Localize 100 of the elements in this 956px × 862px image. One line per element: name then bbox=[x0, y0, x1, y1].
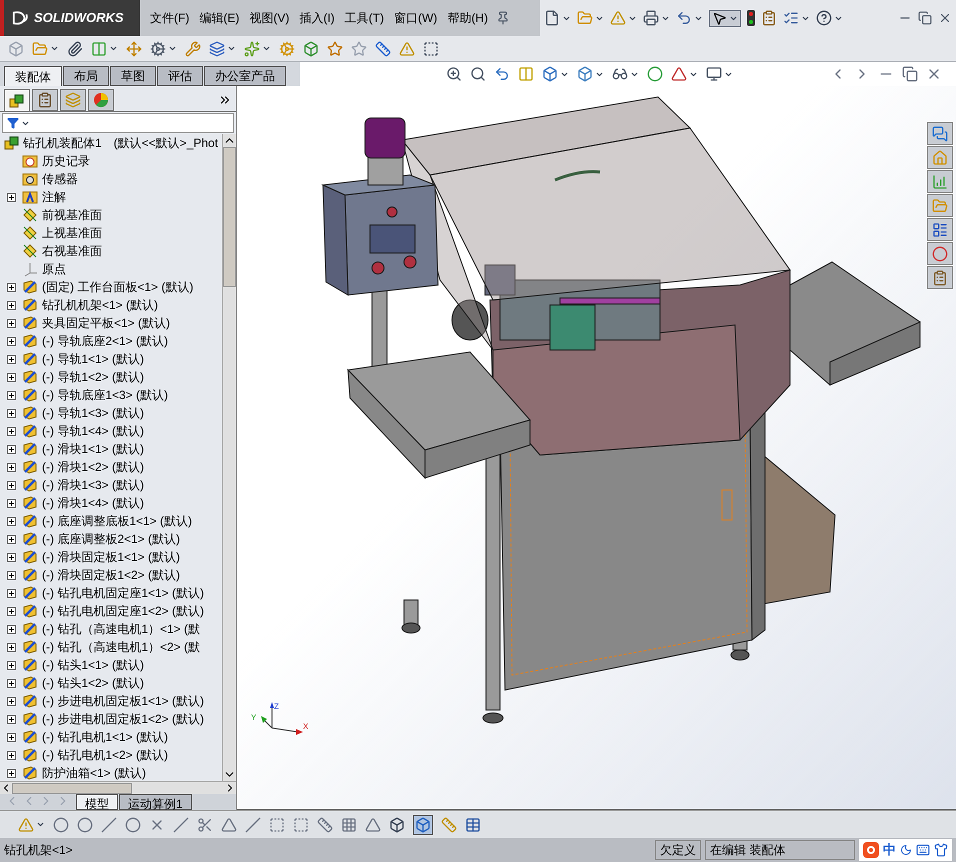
expand-icon[interactable] bbox=[7, 660, 16, 670]
tree-item[interactable]: (-) 钻孔（高速电机1）<1> (默 bbox=[42, 620, 200, 638]
scrollbar-thumb[interactable] bbox=[223, 147, 236, 287]
tree-item[interactable]: 钻孔机机架<1> (默认) bbox=[42, 296, 158, 314]
bottom-tab[interactable]: 模型 bbox=[76, 794, 118, 810]
close-icon[interactable] bbox=[938, 11, 952, 25]
caret-icon[interactable] bbox=[50, 44, 59, 53]
graphics-viewport[interactable]: Z X Y bbox=[237, 86, 956, 810]
tree-item[interactable]: (-) 钻孔电机固定座1<1> (默认) bbox=[42, 584, 204, 602]
expand-icon[interactable] bbox=[7, 534, 16, 544]
view-orientation-icon[interactable] bbox=[542, 66, 558, 82]
moon-icon[interactable] bbox=[900, 844, 912, 856]
expand-icon[interactable] bbox=[7, 498, 16, 508]
table-icon[interactable] bbox=[465, 816, 481, 832]
expand-icon[interactable] bbox=[7, 624, 16, 634]
glasses-icon[interactable] bbox=[612, 66, 628, 82]
tree-item[interactable]: (-) 导轨底座2<1> (默认) bbox=[42, 332, 168, 350]
paperclip-icon[interactable] bbox=[67, 40, 83, 56]
zoom-fit-icon[interactable] bbox=[446, 66, 462, 82]
menu-item[interactable]: 插入(I) bbox=[297, 9, 337, 27]
tree-item[interactable]: (-) 滑块1<2> (默认) bbox=[42, 458, 144, 476]
expand-icon[interactable] bbox=[7, 372, 16, 382]
expand-icon[interactable] bbox=[7, 426, 16, 436]
tree-item[interactable]: 传感器 bbox=[42, 170, 78, 188]
wireframe-icon[interactable] bbox=[389, 816, 405, 832]
restore-icon[interactable] bbox=[902, 66, 918, 82]
expand-icon[interactable] bbox=[7, 390, 16, 400]
dimension-icon[interactable] bbox=[317, 816, 333, 832]
previous-view-icon[interactable] bbox=[494, 66, 510, 82]
traffic-light-icon[interactable] bbox=[747, 10, 755, 26]
filter-icon[interactable] bbox=[7, 117, 19, 129]
menu-item[interactable]: 编辑(E) bbox=[197, 9, 242, 27]
options-icon[interactable] bbox=[761, 10, 777, 26]
tree-item[interactable]: (-) 滑块1<4> (默认) bbox=[42, 494, 144, 512]
caret-icon[interactable] bbox=[227, 44, 236, 53]
expand-icon[interactable] bbox=[7, 696, 16, 706]
tree-item[interactable]: (-) 钻孔电机1<1> (默认) bbox=[42, 728, 168, 746]
expand-icon[interactable] bbox=[7, 606, 16, 616]
expand-icon[interactable] bbox=[7, 300, 16, 310]
shirt-icon[interactable] bbox=[934, 843, 948, 857]
expand-icon[interactable] bbox=[7, 570, 16, 580]
tree-item[interactable]: (-) 滑块固定板1<1> (默认) bbox=[42, 548, 180, 566]
command-tab[interactable]: 装配体 bbox=[4, 66, 62, 86]
tree-item[interactable]: (-) 步进电机固定板1<2> (默认) bbox=[42, 710, 204, 728]
expand-icon[interactable] bbox=[7, 768, 16, 778]
comments-icon[interactable] bbox=[932, 126, 948, 142]
tree-item[interactable]: 防护油箱<1> (默认) bbox=[42, 764, 146, 781]
zoom-area-icon[interactable] bbox=[470, 66, 486, 82]
snapshot-icon[interactable] bbox=[423, 40, 439, 56]
tree-item[interactable]: (-) 导轨底座1<3> (默认) bbox=[42, 386, 168, 404]
display-style-icon[interactable] bbox=[577, 66, 593, 82]
caret-icon[interactable] bbox=[262, 44, 271, 53]
expand-icon[interactable] bbox=[7, 714, 16, 724]
tree-item[interactable]: (-) 滑块1<3> (默认) bbox=[42, 476, 144, 494]
tree-item[interactable]: 右视基准面 bbox=[42, 242, 102, 260]
expand-icon[interactable] bbox=[7, 678, 16, 688]
menu-item[interactable]: 窗口(W) bbox=[392, 9, 440, 27]
help-icon[interactable] bbox=[816, 10, 832, 26]
expand-icon[interactable] bbox=[7, 354, 16, 364]
keyboard-icon[interactable] bbox=[916, 843, 930, 857]
expand-icon[interactable] bbox=[7, 318, 16, 328]
tree-item[interactable]: 注解 bbox=[42, 188, 66, 206]
tools-icon[interactable] bbox=[185, 40, 201, 56]
caret-icon[interactable] bbox=[36, 820, 45, 829]
tree-item[interactable]: (-) 钻孔电机1<2> (默认) bbox=[42, 746, 168, 764]
expand-icon[interactable] bbox=[7, 192, 16, 202]
shaded-cube-icon[interactable] bbox=[415, 816, 431, 832]
tree-item[interactable]: 夹具固定平板<1> (默认) bbox=[42, 314, 170, 332]
select-box-icon[interactable] bbox=[293, 816, 309, 832]
tree-item[interactable]: (-) 导轨1<2> (默认) bbox=[42, 368, 144, 386]
pin-icon[interactable] bbox=[496, 11, 510, 25]
bottom-tab[interactable]: 运动算例1 bbox=[119, 794, 192, 810]
expand-icon[interactable] bbox=[7, 408, 16, 418]
properties-icon[interactable] bbox=[932, 270, 948, 286]
menu-item[interactable]: 视图(V) bbox=[247, 9, 292, 27]
expand-icon[interactable] bbox=[7, 462, 16, 472]
caret-icon[interactable] bbox=[109, 44, 118, 53]
expand-icon[interactable] bbox=[7, 732, 16, 742]
tree-item[interactable]: (-) 导轨1<4> (默认) bbox=[42, 422, 144, 440]
tree-item[interactable]: (-) 钻头1<1> (默认) bbox=[42, 656, 144, 674]
move-icon[interactable] bbox=[126, 40, 142, 56]
expand-icon[interactable] bbox=[7, 480, 16, 490]
tree-item[interactable]: (-) 底座调整底板1<1> (默认) bbox=[42, 512, 192, 530]
ime-mode-text[interactable]: 中 bbox=[883, 840, 896, 860]
tree-item[interactable]: 前视基准面 bbox=[42, 206, 102, 224]
scrollbar-thumb[interactable] bbox=[12, 782, 132, 794]
command-tab[interactable]: 草图 bbox=[110, 66, 156, 86]
tree-item[interactable]: 上视基准面 bbox=[42, 224, 102, 242]
tree-item[interactable]: (-) 钻孔（高速电机1）<2> (默 bbox=[42, 638, 200, 656]
circle-icon[interactable] bbox=[77, 816, 93, 832]
pointer-icon[interactable] bbox=[712, 10, 727, 26]
menu-item[interactable]: 帮助(H) bbox=[445, 9, 490, 27]
panel-tab[interactable] bbox=[32, 89, 58, 111]
monitor-icon[interactable] bbox=[706, 66, 722, 82]
expand-icon[interactable] bbox=[7, 444, 16, 454]
undo-icon[interactable] bbox=[676, 10, 692, 26]
tree-item[interactable]: 历史记录 bbox=[42, 152, 90, 170]
list-icon[interactable] bbox=[783, 10, 799, 26]
tree-item[interactable]: (-) 导轨1<1> (默认) bbox=[42, 350, 144, 368]
expand-icon[interactable] bbox=[7, 750, 16, 760]
